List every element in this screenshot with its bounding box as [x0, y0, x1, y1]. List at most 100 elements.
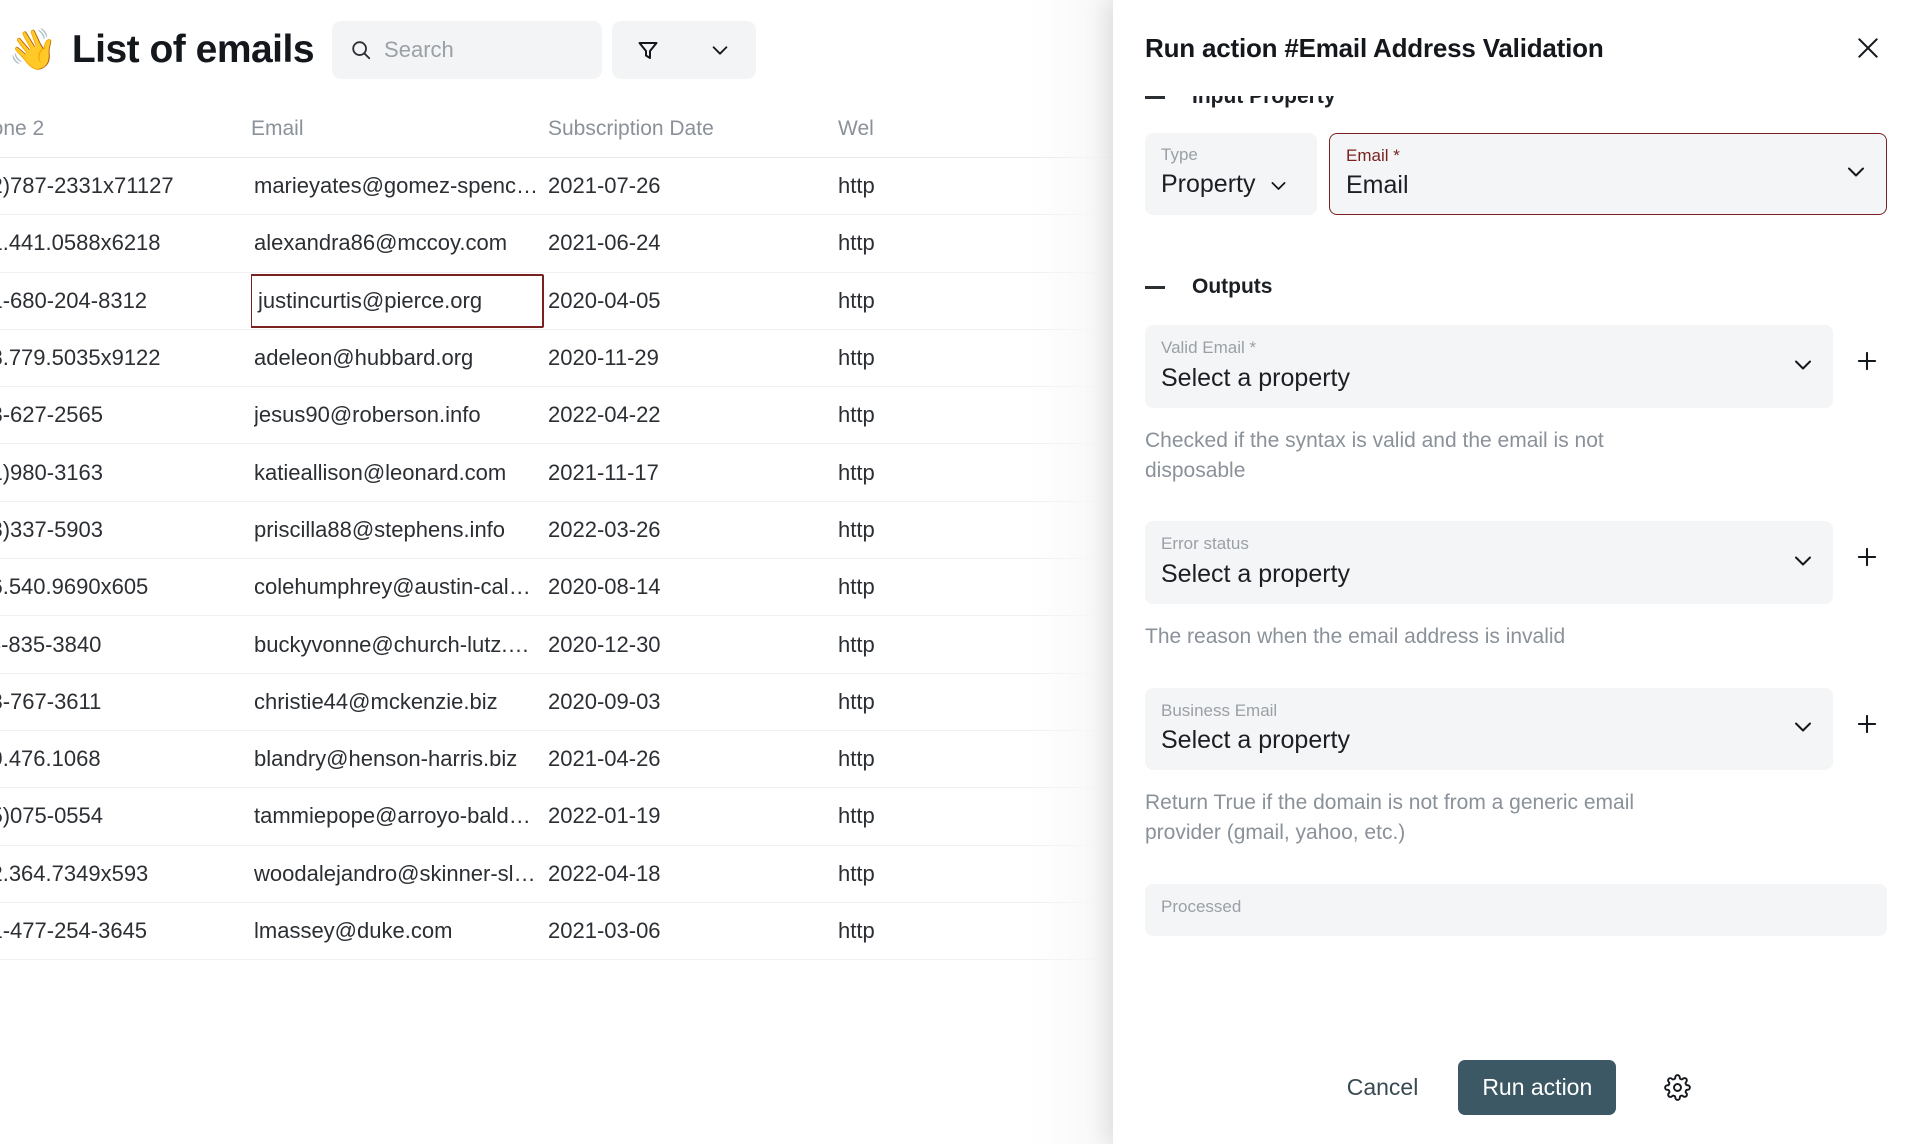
- cell-website[interactable]: http: [838, 173, 1106, 199]
- cell-phone2[interactable]: 422)787-2331x71127: [0, 173, 251, 199]
- cell-subscription-date[interactable]: 2022-01-19: [548, 803, 838, 829]
- table-row[interactable]: 139.476.1068blandry@henson-harris.biz202…: [0, 731, 1140, 788]
- app-toolbar: 👋 List of emails: [0, 0, 1140, 100]
- cell-phone2[interactable]: 001-477-254-3645: [0, 918, 251, 944]
- cell-website[interactable]: http: [838, 402, 1106, 428]
- cell-subscription-date[interactable]: 2020-08-14: [548, 574, 838, 600]
- input-property-section-header[interactable]: Input Property: [1145, 96, 1887, 115]
- cell-phone2[interactable]: 065)075-0554: [0, 803, 251, 829]
- cell-subscription-date[interactable]: 2022-04-18: [548, 861, 838, 887]
- table-row[interactable]: 065)075-0554tammiepope@arroyo-baldw…2022…: [0, 788, 1140, 845]
- cell-subscription-date[interactable]: 2020-11-29: [548, 345, 838, 371]
- cell-email[interactable]: buckyvonne@church-lutz.co…: [251, 632, 548, 658]
- cell-phone2[interactable]: 115-835-3840: [0, 632, 251, 658]
- cell-website[interactable]: http: [838, 460, 1106, 486]
- table-header-row: Phone 2 Email Subscription Date Wel: [0, 100, 1140, 158]
- table-row[interactable]: 092.364.7349x593woodalejandro@skinner-sl…: [0, 846, 1140, 903]
- cell-phone2[interactable]: 186.540.9690x605: [0, 574, 251, 600]
- cell-email[interactable]: lmassey@duke.com: [251, 918, 548, 944]
- cell-phone2[interactable]: 001-680-204-8312: [0, 288, 251, 314]
- table-row[interactable]: 422)787-2331x71127marieyates@gomez-spenc…: [0, 158, 1140, 215]
- table-row[interactable]: 703)337-5903priscilla88@stephens.info202…: [0, 502, 1140, 559]
- chevron-down-icon[interactable]: [698, 28, 742, 72]
- table-row[interactable]: 048.779.5035x9122adeleon@hubbard.org2020…: [0, 330, 1140, 387]
- cell-phone2[interactable]: 751)980-3163: [0, 460, 251, 486]
- table-row[interactable]: 163-627-2565jesus90@roberson.info 2022-04…: [0, 387, 1140, 444]
- output-property-select[interactable]: Valid Email *Select a property: [1145, 325, 1833, 407]
- cell-phone2[interactable]: 048.779.5035x9122: [0, 345, 251, 371]
- cell-subscription-date[interactable]: 2021-04-26: [548, 746, 838, 772]
- table-row[interactable]: 321.441.0588x6218alexandra86@mccoy.com20…: [0, 215, 1140, 272]
- cell-website[interactable]: http: [838, 288, 1106, 314]
- plus-icon[interactable]: [1847, 325, 1887, 397]
- cell-subscription-date[interactable]: 2021-06-24: [548, 230, 838, 256]
- cell-website[interactable]: http: [838, 861, 1106, 887]
- cell-subscription-date[interactable]: 2022-04-22: [548, 402, 838, 428]
- cell-subscription-date[interactable]: 2021-03-06: [548, 918, 838, 944]
- cancel-button[interactable]: Cancel: [1333, 1064, 1433, 1111]
- output-property-select[interactable]: Processed: [1145, 884, 1887, 936]
- column-header-subscription-date[interactable]: Subscription Date: [548, 117, 838, 141]
- table-row[interactable]: 115-835-3840buckyvonne@church-lutz.co…20…: [0, 616, 1140, 673]
- cell-email[interactable]: justincurtis@pierce.org: [251, 274, 548, 328]
- emails-table-app: 👋 List of emails: [0, 0, 1140, 1144]
- table-row[interactable]: 973-767-3611christie44@mckenzie.biz2020-…: [0, 674, 1140, 731]
- cell-phone2[interactable]: 973-767-3611: [0, 689, 251, 715]
- cell-subscription-date[interactable]: 2021-11-17: [548, 460, 838, 486]
- selected-cell[interactable]: justincurtis@pierce.org: [251, 274, 544, 328]
- close-icon[interactable]: [1849, 29, 1887, 67]
- table-row[interactable]: 186.540.9690x605colehumphrey@austin-cald…: [0, 559, 1140, 616]
- cell-email-text: jesus90@roberson.info: [254, 402, 481, 428]
- cell-email[interactable]: woodalejandro@skinner-slo…: [251, 861, 548, 887]
- cell-website[interactable]: http: [838, 574, 1106, 600]
- column-header-phone2[interactable]: Phone 2: [0, 117, 251, 141]
- cell-phone2[interactable]: 139.476.1068: [0, 746, 251, 772]
- cell-phone2[interactable]: 163-627-2565: [0, 402, 251, 428]
- search-box[interactable]: [332, 21, 602, 79]
- cell-subscription-date[interactable]: 2021-07-26: [548, 173, 838, 199]
- column-header-website[interactable]: Wel: [838, 117, 1106, 141]
- cell-phone2[interactable]: 092.364.7349x593: [0, 861, 251, 887]
- cell-email[interactable]: christie44@mckenzie.biz: [251, 689, 548, 715]
- gear-icon[interactable]: [1654, 1065, 1700, 1111]
- cell-website[interactable]: http: [838, 345, 1106, 371]
- cell-website[interactable]: http: [838, 918, 1106, 944]
- cell-email[interactable]: jesus90@roberson.info: [251, 402, 548, 428]
- cell-email[interactable]: marieyates@gomez-spence…: [251, 173, 548, 199]
- cell-website[interactable]: http: [838, 803, 1106, 829]
- cell-email[interactable]: blandry@henson-harris.biz: [251, 746, 548, 772]
- cell-website[interactable]: http: [838, 517, 1106, 543]
- run-action-button[interactable]: Run action: [1458, 1060, 1616, 1115]
- plus-icon[interactable]: [1847, 688, 1887, 760]
- output-property-select[interactable]: Business EmailSelect a property: [1145, 688, 1833, 770]
- cell-subscription-date[interactable]: 2022-03-26: [548, 517, 838, 543]
- cell-email[interactable]: colehumphrey@austin-cald…: [251, 574, 548, 600]
- column-header-email[interactable]: Email: [251, 117, 548, 141]
- cell-website[interactable]: http: [838, 230, 1106, 256]
- cell-email[interactable]: tammiepope@arroyo-baldw…: [251, 803, 548, 829]
- funnel-icon[interactable]: [626, 28, 670, 72]
- plus-icon[interactable]: [1847, 521, 1887, 593]
- cell-email[interactable]: priscilla88@stephens.info: [251, 517, 548, 543]
- cell-website[interactable]: http: [838, 689, 1106, 715]
- type-select[interactable]: Type Property: [1145, 133, 1317, 215]
- outputs-section-header[interactable]: Outputs: [1145, 269, 1887, 305]
- cell-phone2[interactable]: 703)337-5903: [0, 517, 251, 543]
- cell-phone2[interactable]: 321.441.0588x6218: [0, 230, 251, 256]
- drawer-scroll-area[interactable]: Input Property Type Property Email *: [1113, 96, 1920, 1031]
- cell-subscription-date[interactable]: 2020-12-30: [548, 632, 838, 658]
- table-row[interactable]: 001-477-254-3645lmassey@duke.com2021-03-…: [0, 903, 1140, 960]
- cell-email-link[interactable]: justincurtis@pierce.org: [258, 288, 482, 314]
- cell-subscription-date[interactable]: 2020-09-03: [548, 689, 838, 715]
- table-row[interactable]: 751)980-3163katieallison@leonard.com2021…: [0, 444, 1140, 501]
- search-input[interactable]: [384, 37, 584, 63]
- cell-email[interactable]: alexandra86@mccoy.com: [251, 230, 548, 256]
- output-property-select[interactable]: Error statusSelect a property: [1145, 521, 1833, 603]
- cell-website[interactable]: http: [838, 746, 1106, 772]
- cell-email[interactable]: adeleon@hubbard.org: [251, 345, 548, 371]
- cell-email[interactable]: katieallison@leonard.com: [251, 460, 548, 486]
- table-row[interactable]: 001-680-204-8312 justincurtis@pierce.org 2…: [0, 273, 1140, 330]
- email-input-select[interactable]: Email * Email: [1329, 133, 1887, 215]
- cell-subscription-date[interactable]: 2020-04-05: [548, 288, 838, 314]
- cell-website[interactable]: http: [838, 632, 1106, 658]
